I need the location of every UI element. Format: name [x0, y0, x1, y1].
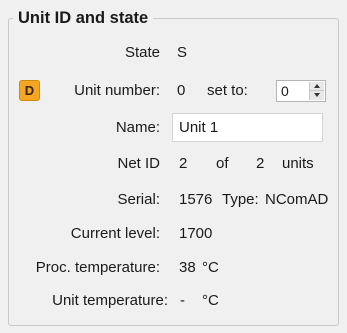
unit-temperature-value: -	[180, 292, 185, 309]
stepper-up-button[interactable]	[310, 82, 324, 91]
state-label: State	[124, 44, 160, 61]
unit-number-value: 0	[177, 82, 186, 99]
arrow-down-icon	[314, 93, 320, 97]
arrow-up-icon	[314, 84, 320, 88]
state-value: S	[177, 44, 188, 61]
stepper-value[interactable]: 0	[281, 82, 289, 100]
unit-temperature-label: Unit temperature:	[52, 292, 168, 309]
proc-temperature-label: Proc. temperature:	[35, 259, 160, 276]
unit-id-groupbox	[8, 18, 339, 326]
set-to-label: set to:	[207, 82, 248, 99]
serial-label: Serial:	[117, 191, 160, 208]
stepper-arrows	[309, 82, 324, 100]
proc-temperature-value: 38	[179, 259, 196, 276]
net-id-total: 2	[256, 155, 265, 172]
name-label: Name:	[115, 119, 160, 136]
net-id-value: 2	[179, 155, 188, 172]
type-label: Type:	[222, 191, 259, 208]
serial-value: 1576	[179, 191, 213, 208]
name-input[interactable]	[172, 113, 323, 142]
proc-temperature-unit: °C	[202, 259, 219, 276]
net-id-of-label: of	[216, 155, 229, 172]
unit-number-label: Unit number:	[74, 82, 160, 99]
current-level-label: Current level:	[70, 225, 160, 242]
current-level-value: 1700	[179, 225, 213, 242]
group-title: Unit ID and state	[13, 8, 154, 28]
net-id-units-label: units	[282, 155, 314, 172]
stepper-down-button[interactable]	[310, 91, 324, 100]
net-id-label: Net ID	[117, 155, 160, 172]
unit-temperature-unit: °C	[202, 292, 219, 309]
d-badge-button[interactable]: D	[19, 80, 40, 101]
type-value: NComAD	[265, 191, 329, 208]
unit-number-stepper[interactable]: 0	[276, 80, 326, 102]
